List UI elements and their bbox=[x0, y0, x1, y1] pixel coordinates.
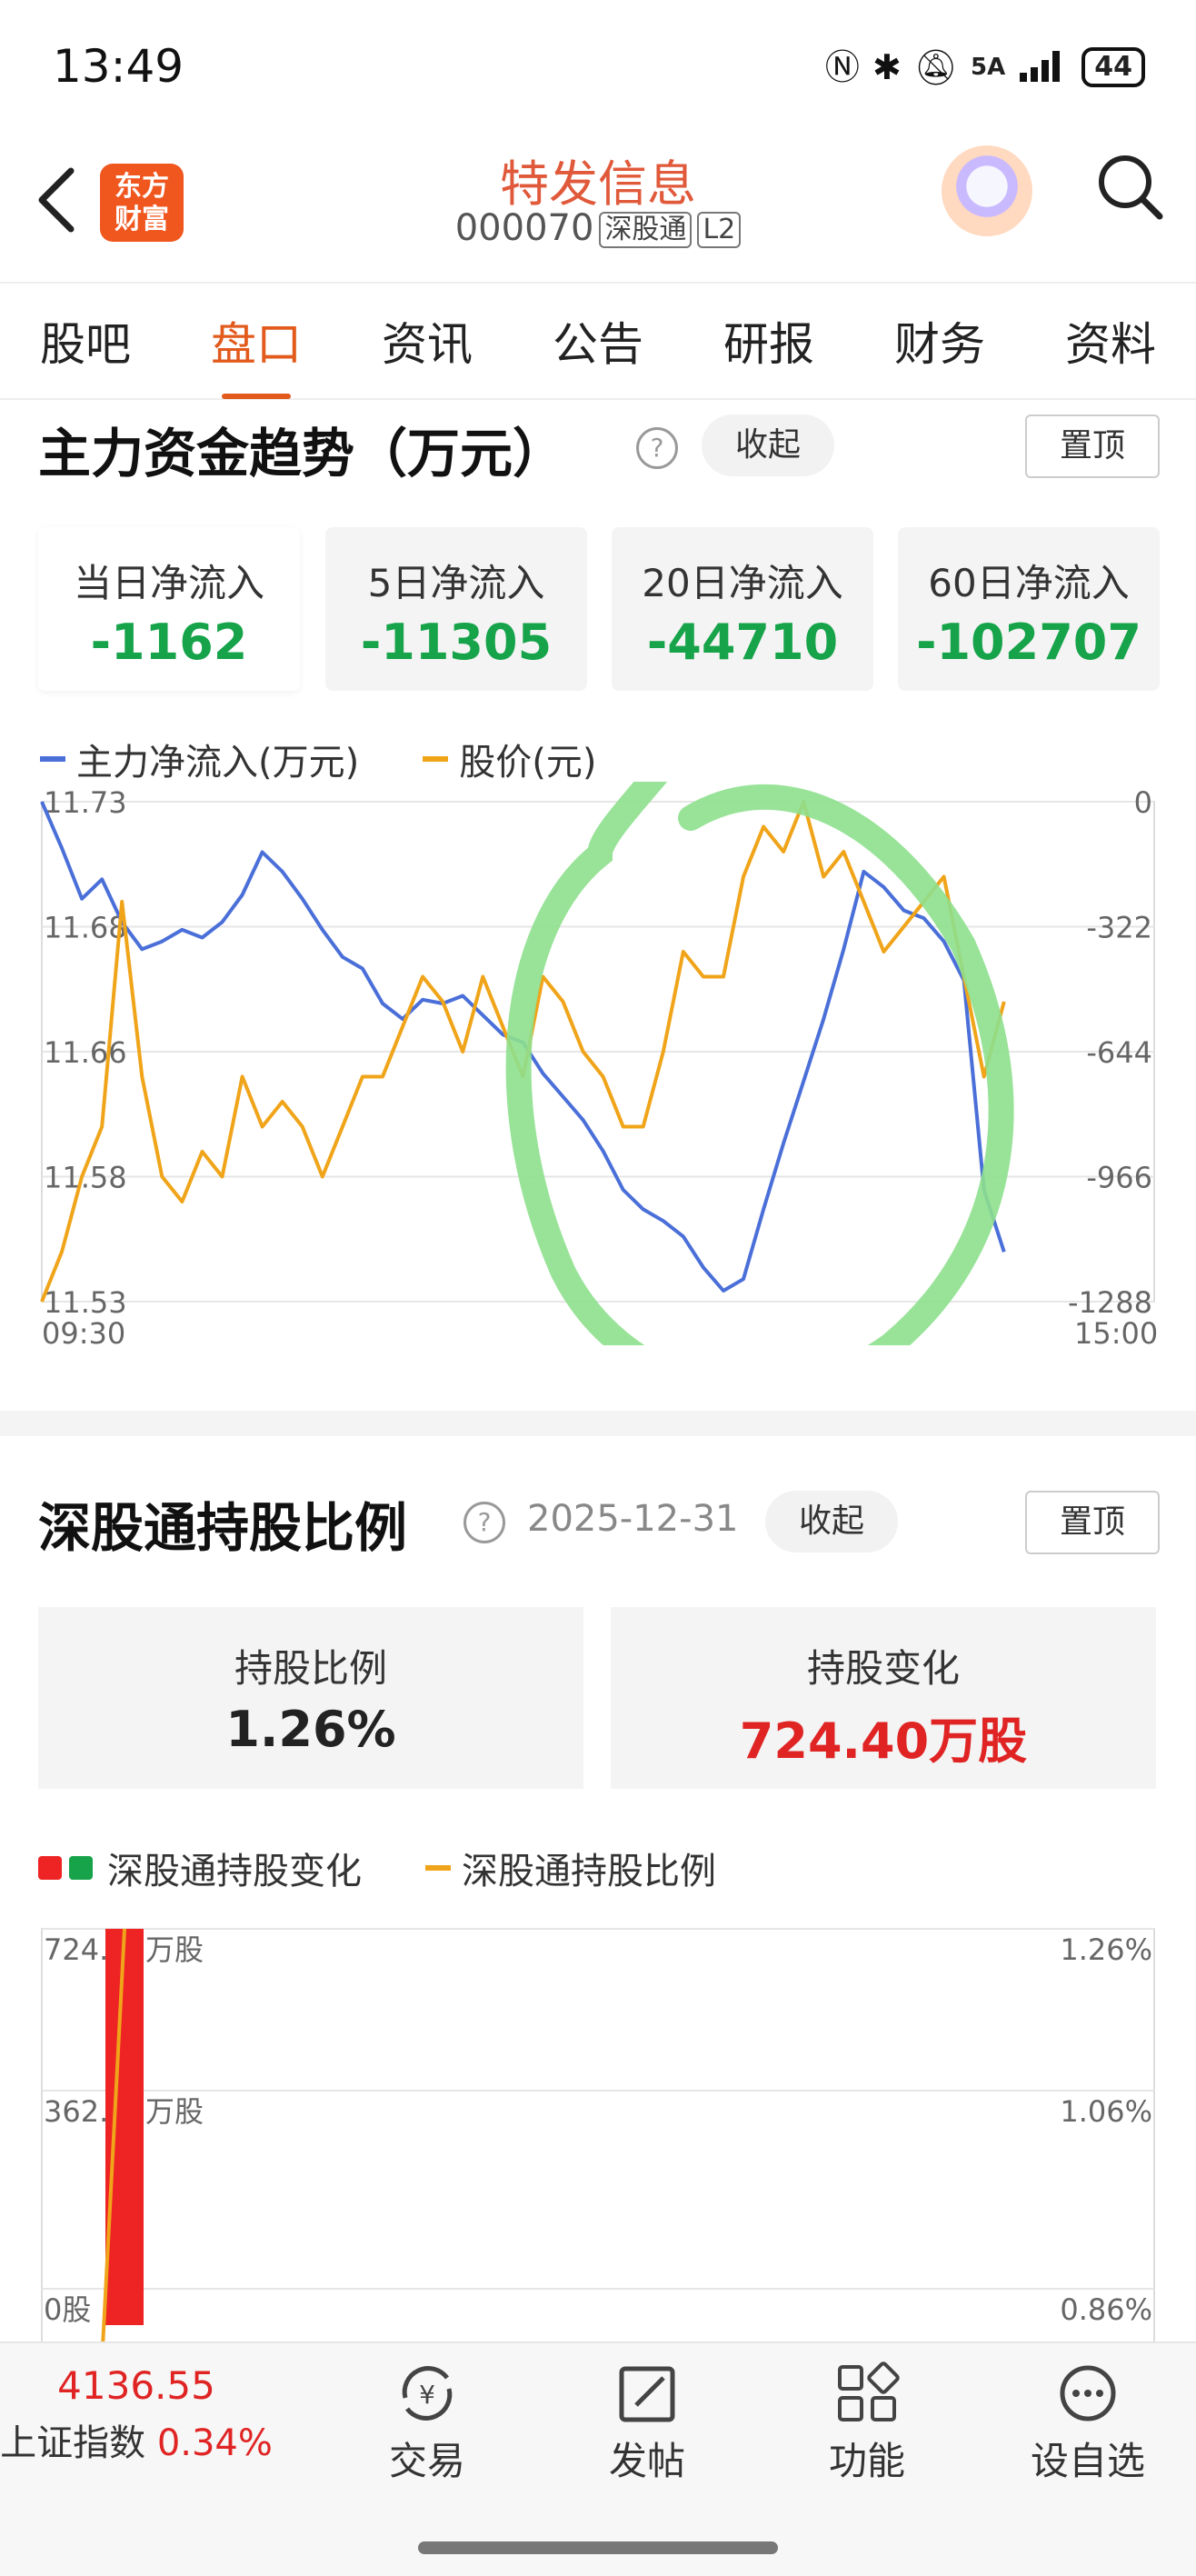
legend-change-label: 深股通持股变化 bbox=[107, 1851, 362, 1892]
tab-profile[interactable]: 资料 bbox=[1060, 308, 1161, 374]
flow-card-label: 5日净流入 bbox=[367, 561, 545, 605]
legend-ratio-label: 深股通持股比例 bbox=[462, 1851, 716, 1892]
plot-frame bbox=[41, 1928, 1155, 2341]
right-tick-label: -644 bbox=[1086, 1035, 1152, 1070]
tab-bar: 股吧 盘口 资讯 公告 研报 财务 资料 bbox=[0, 282, 1196, 400]
capital-pin-button[interactable]: 置顶 bbox=[1025, 414, 1160, 478]
flow-card-value: -44710 bbox=[646, 614, 839, 671]
add-watchlist-label: 设自选 bbox=[1030, 2439, 1145, 2483]
trade-icon: ¥ bbox=[402, 2366, 453, 2421]
assistant-avatar[interactable] bbox=[942, 145, 1032, 236]
index-change: 0.34% bbox=[156, 2422, 273, 2464]
right-tick-label: 1.26% bbox=[1060, 1932, 1152, 1967]
flow-card-value: -11305 bbox=[360, 614, 553, 671]
right-tick-label: -1288 bbox=[1068, 1285, 1152, 1320]
functions-button[interactable]: 功能 bbox=[803, 2361, 931, 2486]
network-label: 5A bbox=[971, 54, 1006, 81]
flow-card-5d[interactable]: 5日净流入 -11305 bbox=[325, 527, 587, 691]
tab-news[interactable]: 资讯 bbox=[376, 308, 478, 374]
left-tick-label: 11.68 bbox=[44, 911, 127, 945]
status-icons: Ⓝ ✱ 🔕︎ 5A 44 bbox=[825, 47, 1145, 87]
bluetooth-icon: ✱ bbox=[872, 47, 902, 87]
tab-research[interactable]: 研报 bbox=[718, 308, 820, 374]
flow-card-label: 20日净流入 bbox=[642, 561, 843, 605]
index-widget[interactable]: 4136.55 上证指数 0.34% bbox=[0, 2363, 273, 2466]
legend-price-label: 股价(元) bbox=[459, 742, 597, 784]
capital-section-title: 主力资金趋势（万元） bbox=[38, 423, 566, 484]
flow-card-label: 当日净流入 bbox=[73, 561, 264, 605]
flow-card-label: 60日净流入 bbox=[928, 561, 1130, 605]
flow-card-value: -102707 bbox=[916, 614, 1141, 671]
flow-card-value: -1162 bbox=[90, 614, 248, 671]
x-axis-end: 15:00 bbox=[1074, 1316, 1159, 1351]
shgt-holding-chart[interactable]: 724.40万股1.26%362.20万股1.06%0股0.86% bbox=[0, 1909, 1196, 2341]
post-label: 发帖 bbox=[608, 2439, 685, 2483]
shgt-section-title: 深股通持股比例 bbox=[38, 1497, 408, 1559]
hold-ratio-label: 持股比例 bbox=[234, 1646, 387, 1691]
svg-text:¥: ¥ bbox=[419, 2380, 435, 2410]
tab-guba[interactable]: 股吧 bbox=[35, 308, 136, 374]
flow-card-today[interactable]: 当日净流入 -1162 bbox=[38, 527, 300, 691]
nfc-icon: Ⓝ bbox=[824, 47, 860, 87]
legend-swatch-ratio bbox=[425, 1865, 451, 1871]
tag-level: L2 bbox=[697, 212, 742, 248]
index-value: 4136.55 bbox=[57, 2363, 215, 2408]
mute-bell-icon: 🔕︎ bbox=[913, 47, 959, 87]
help-icon[interactable]: ? bbox=[463, 1502, 505, 1543]
home-indicator[interactable] bbox=[418, 2541, 778, 2554]
left-tick-label: 0股 bbox=[44, 2292, 91, 2327]
help-icon[interactable]: ? bbox=[636, 427, 678, 469]
trade-button[interactable]: ¥ 交易 bbox=[364, 2361, 491, 2486]
left-tick-label: 11.66 bbox=[44, 1035, 127, 1070]
tab-pankou[interactable]: 盘口 bbox=[205, 308, 307, 399]
hold-change-label: 持股变化 bbox=[806, 1646, 960, 1691]
right-tick-label: -322 bbox=[1086, 911, 1152, 945]
post-button[interactable]: 发帖 bbox=[583, 2361, 711, 2486]
hold-change-value: 724.40万股 bbox=[739, 1712, 1028, 1770]
index-name: 上证指数 bbox=[0, 2422, 146, 2464]
signal-icon bbox=[1018, 47, 1069, 87]
edit-icon bbox=[619, 2366, 675, 2422]
tag-connect: 深股通 bbox=[599, 212, 693, 248]
tab-announcements[interactable]: 公告 bbox=[547, 308, 649, 374]
capital-flow-chart[interactable]: 11.73 011.68 -32211.66 -64411.58 -96611.53 -1… bbox=[0, 782, 1196, 1345]
shgt-pin-button[interactable]: 置顶 bbox=[1025, 1491, 1160, 1554]
hold-change-card: 持股变化 724.40万股 bbox=[611, 1607, 1156, 1789]
stock-code: 000070 bbox=[454, 207, 594, 249]
left-tick-label: 11.53 bbox=[44, 1285, 127, 1320]
legend-swatch-flow bbox=[40, 756, 65, 762]
x-axis-start: 09:30 bbox=[42, 1316, 126, 1351]
right-tick-label: 0.86% bbox=[1060, 2292, 1152, 2327]
add-watchlist-button[interactable]: 设自选 bbox=[1020, 2361, 1156, 2486]
hold-ratio-card: 持股比例 1.26% bbox=[38, 1607, 583, 1789]
search-icon[interactable] bbox=[1096, 153, 1165, 222]
right-tick-label: 0 bbox=[1134, 785, 1152, 820]
flow-card-20d[interactable]: 20日净流入 -44710 bbox=[612, 527, 873, 691]
legend-swatch-price bbox=[423, 756, 449, 762]
shgt-legend: 深股通持股变化 深股通持股比例 bbox=[38, 1842, 716, 1894]
legend-swatch-green bbox=[69, 1856, 93, 1880]
shgt-date: 2025-12-31 bbox=[527, 1498, 739, 1540]
flow-legend: 主力净流入(万元) 股价(元) bbox=[40, 733, 596, 785]
trade-label: 交易 bbox=[388, 2439, 465, 2483]
right-tick-label: -966 bbox=[1086, 1161, 1152, 1195]
hold-ratio-value: 1.26% bbox=[225, 1701, 396, 1758]
capital-collapse-button[interactable]: 收起 bbox=[702, 414, 834, 476]
grid-icon bbox=[838, 2361, 900, 2421]
tab-finance[interactable]: 财务 bbox=[889, 308, 991, 374]
left-tick-label: 11.73 bbox=[44, 785, 127, 820]
section-divider bbox=[0, 1411, 1196, 1436]
holding-change-bar bbox=[105, 1929, 144, 2325]
more-icon bbox=[1060, 2365, 1116, 2421]
battery-indicator: 44 bbox=[1081, 47, 1145, 87]
flow-card-60d[interactable]: 60日净流入 -102707 bbox=[898, 527, 1160, 691]
right-tick-label: 1.06% bbox=[1060, 2094, 1152, 2129]
legend-flow-label: 主力净流入(万元) bbox=[76, 742, 360, 784]
functions-label: 功能 bbox=[828, 2439, 905, 2483]
legend-swatch-red bbox=[38, 1856, 62, 1880]
status-time: 13:49 bbox=[53, 40, 184, 93]
shgt-collapse-button[interactable]: 收起 bbox=[765, 1491, 898, 1553]
